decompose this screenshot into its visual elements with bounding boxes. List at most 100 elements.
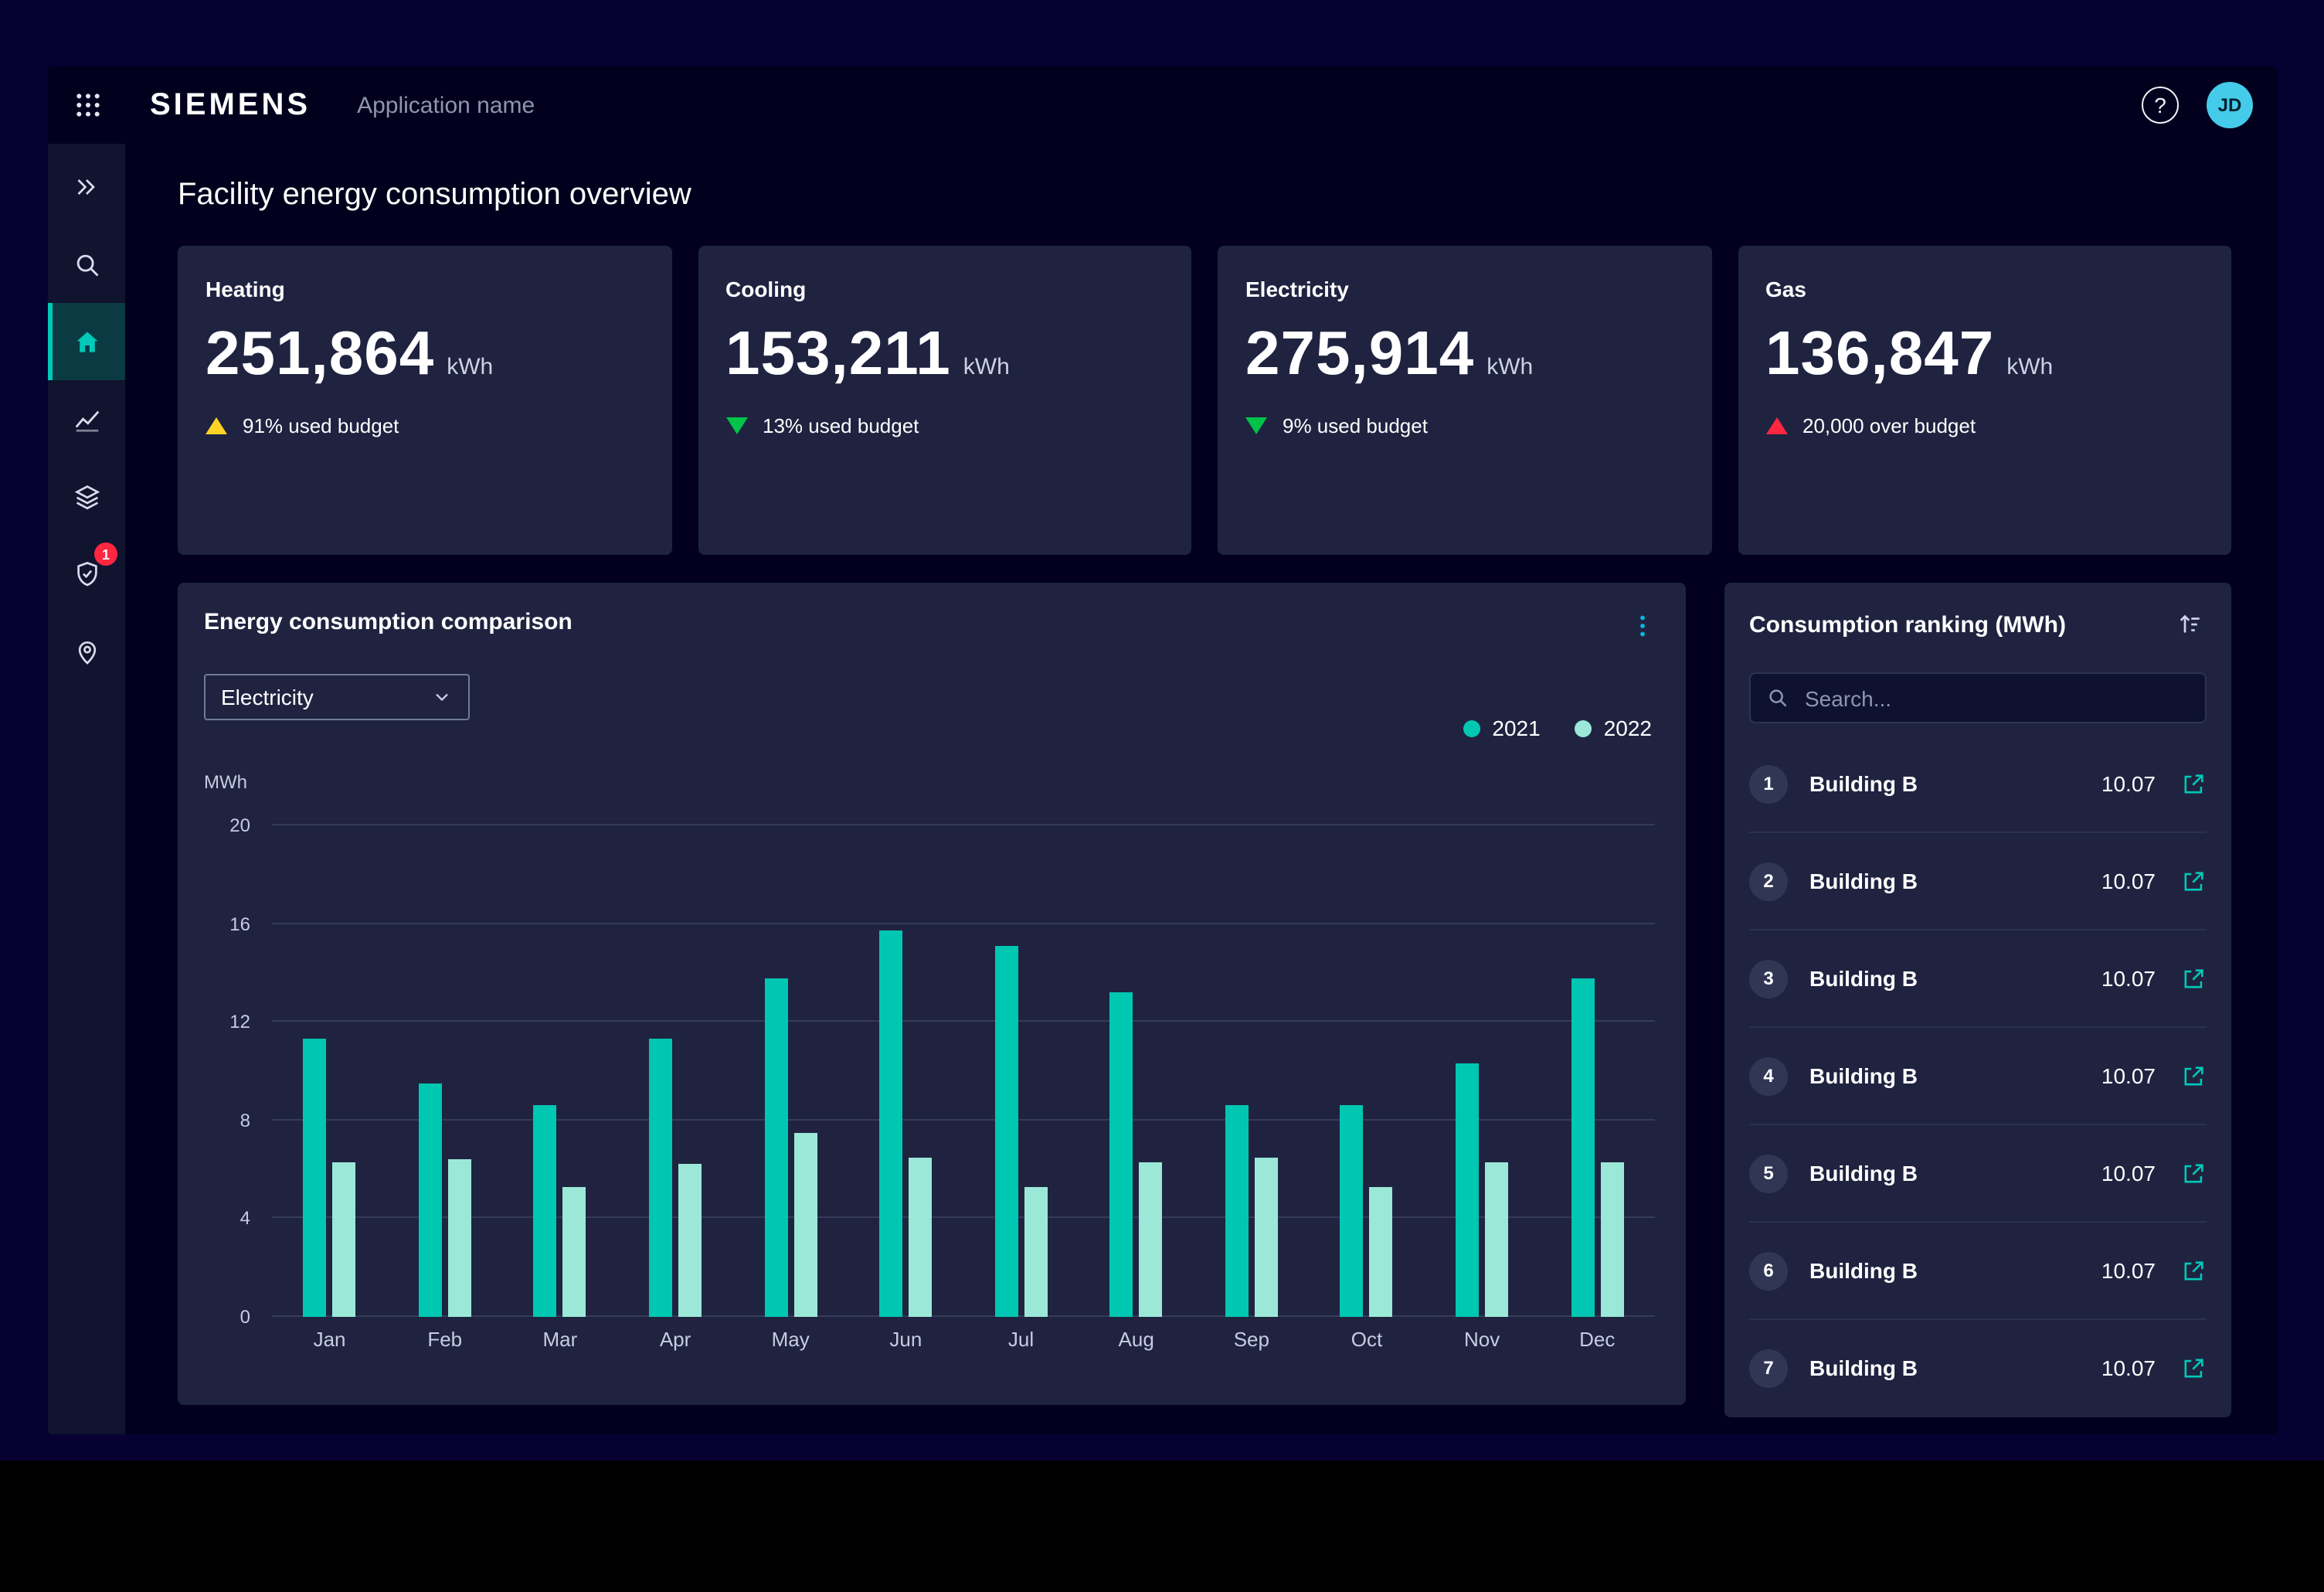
ranking-row[interactable]: 3 Building B 10.07 [1749, 930, 2207, 1028]
rank-badge: 7 [1749, 1349, 1788, 1387]
x-tick-label: Sep [1194, 1328, 1309, 1351]
open-building-link[interactable] [2180, 1063, 2207, 1089]
sidebar-item-home[interactable] [48, 303, 125, 380]
chevron-down-icon [431, 686, 453, 708]
chart-options-button[interactable] [1626, 609, 1660, 643]
sidebar-item-compliance[interactable]: 1 [48, 535, 125, 612]
bar-2022-Jun[interactable] [909, 1157, 932, 1317]
metric-select[interactable]: Electricity [204, 674, 470, 720]
bar-2022-Oct[interactable] [1370, 1186, 1393, 1317]
lower-row: Energy consumption comparison Electricit… [178, 583, 2231, 1417]
notification-badge: 1 [94, 543, 117, 566]
y-tick-label: 0 [240, 1306, 250, 1328]
app-window: SIEMENS Application name ? JD [48, 66, 2278, 1434]
bar-group-Nov: Nov [1425, 825, 1540, 1317]
ranking-row[interactable]: 2Building B10.07 [1749, 833, 2207, 930]
bar-group-Feb: Feb [387, 825, 502, 1317]
bar-2022-Mar[interactable] [563, 1186, 586, 1317]
bar-group-Oct: Oct [1309, 825, 1424, 1317]
bar-2022-May[interactable] [793, 1133, 817, 1318]
bar-group-May: May [733, 825, 848, 1317]
app-launcher-button[interactable] [48, 66, 128, 144]
ranking-row[interactable]: 1Building B10.07 [1749, 736, 2207, 833]
ranking-row[interactable]: 6Building B10.07 [1749, 1223, 2207, 1320]
sidebar-item-layers[interactable] [48, 458, 125, 535]
bar-2021-May[interactable] [764, 978, 787, 1317]
x-tick-label: Jun [848, 1328, 963, 1351]
ranking-header: Consumption ranking (MWh) [1749, 607, 2207, 641]
top-bar: SIEMENS Application name ? JD [48, 66, 2278, 144]
x-tick-label: Nov [1425, 1328, 1540, 1351]
kpi-unit: kWh [447, 354, 493, 380]
kpi-card-cooling: Cooling 153,211kWh 13% used budget [698, 246, 1191, 555]
ranking-list: 1Building B10.072Building B10.073Buildin… [1749, 736, 2207, 1417]
open-building-link[interactable] [2180, 1257, 2207, 1284]
bar-2022-Nov[interactable] [1485, 1162, 1508, 1317]
bar-2021-Dec[interactable] [1571, 978, 1594, 1317]
sidebar-expand-button[interactable] [48, 148, 125, 226]
open-building-link[interactable] [2180, 1160, 2207, 1186]
kpi-label: Heating [206, 277, 644, 301]
bar-2022-Apr[interactable] [678, 1165, 702, 1317]
bar-2021-Sep[interactable] [1225, 1106, 1249, 1317]
rank-badge: 1 [1749, 764, 1788, 803]
ranking-row[interactable]: 4Building B10.07 [1749, 1028, 2207, 1125]
home-icon [72, 327, 101, 356]
sidebar-item-analytics[interactable] [48, 380, 125, 458]
chart-groups: JanFebMarAprMayJunJulAugSepOctNovDec [272, 825, 1655, 1317]
y-tick-label: 4 [240, 1208, 250, 1230]
kpi-label: Electricity [1245, 277, 1684, 301]
bar-2021-Jun[interactable] [879, 931, 902, 1317]
kpi-card-electricity: Electricity 275,914kWh 9% used budget [1218, 246, 1711, 555]
open-building-link[interactable] [2180, 868, 2207, 894]
shield-check-icon [72, 559, 101, 588]
building-name: Building B [1809, 1258, 1918, 1283]
legend-item-2022[interactable]: 2022 [1575, 716, 1652, 740]
kpi-label: Gas [1765, 277, 2203, 301]
bar-2022-Jan[interactable] [333, 1162, 356, 1317]
help-button[interactable]: ? [2142, 87, 2179, 124]
sort-button[interactable] [2173, 607, 2207, 641]
ranking-row[interactable]: 5Building B10.07 [1749, 1125, 2207, 1223]
trend-triangle-icon [1765, 417, 1787, 434]
bar-2022-Jul[interactable] [1024, 1186, 1048, 1317]
bar-2021-Jul[interactable] [995, 946, 1018, 1317]
kpi-row: Heating 251,864kWh 91% used budget Cooli… [178, 246, 2231, 555]
y-tick-label: 20 [229, 815, 250, 836]
search-icon [1766, 686, 1789, 709]
bar-2022-Aug[interactable] [1140, 1162, 1163, 1317]
consumption-value: 10.07 [2101, 966, 2156, 991]
ranking-row[interactable]: 7Building B10.07 [1749, 1320, 2207, 1416]
building-name: Building B [1809, 1356, 1918, 1380]
user-avatar[interactable]: JD [2207, 82, 2253, 128]
ranking-search-input[interactable] [1802, 684, 2190, 712]
rank-badge: 3 [1749, 959, 1788, 998]
chart-y-axis-label: MWh [204, 771, 247, 793]
bar-2021-Feb[interactable] [419, 1083, 442, 1317]
legend-item-2021[interactable]: 2021 [1463, 716, 1540, 740]
external-link-icon [2180, 770, 2207, 797]
consumption-value: 10.07 [2101, 869, 2156, 893]
bar-2021-Aug[interactable] [1110, 992, 1133, 1317]
ranking-card: Consumption ranking (MWh) 1Building B10.… [1724, 583, 2231, 1417]
bar-2021-Nov[interactable] [1456, 1063, 1479, 1317]
bar-2021-Apr[interactable] [649, 1039, 672, 1317]
bar-2022-Dec[interactable] [1600, 1162, 1623, 1317]
bar-2022-Feb[interactable] [448, 1160, 471, 1318]
bar-2021-Jan[interactable] [304, 1039, 327, 1317]
ranking-search [1749, 672, 2207, 723]
open-building-link[interactable] [2180, 965, 2207, 992]
open-building-link[interactable] [2180, 1355, 2207, 1381]
x-tick-label: Aug [1079, 1328, 1194, 1351]
x-tick-label: Feb [387, 1328, 502, 1351]
building-name: Building B [1809, 1161, 1918, 1185]
bar-2021-Mar[interactable] [534, 1106, 557, 1317]
open-building-link[interactable] [2180, 770, 2207, 797]
sidebar-item-search[interactable] [48, 226, 125, 303]
building-name: Building B [1809, 966, 1918, 991]
bar-2021-Oct[interactable] [1340, 1106, 1364, 1317]
kpi-value: 153,211 [725, 320, 951, 389]
bar-2022-Sep[interactable] [1255, 1157, 1278, 1317]
sidebar-item-locations[interactable] [48, 612, 125, 689]
building-name: Building B [1809, 1063, 1918, 1088]
